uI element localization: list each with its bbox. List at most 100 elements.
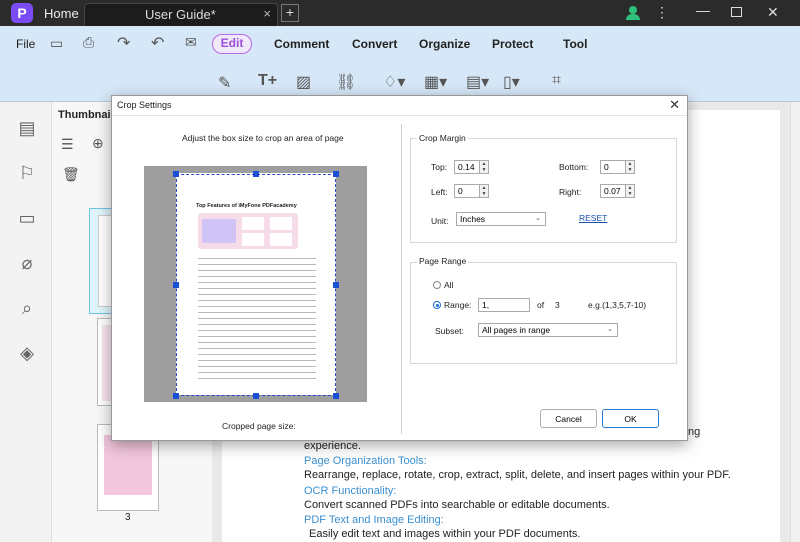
top-margin-input[interactable]: 0.14	[454, 160, 480, 174]
subset-select[interactable]: All pages in range ⌄	[478, 323, 618, 337]
crop-margin-legend: Crop Margin	[417, 133, 468, 143]
pages-icon[interactable]: ▤	[16, 118, 38, 140]
menu-comment[interactable]: Comment	[274, 37, 329, 51]
reset-link[interactable]: RESET	[579, 213, 607, 223]
vertical-scrollbar[interactable]	[790, 102, 800, 542]
document-tab-title: User Guide*	[145, 7, 216, 22]
document-tab[interactable]: User Guide* ×	[84, 3, 278, 26]
bates-number-icon[interactable]: ▯▾	[503, 72, 520, 92]
document-heading[interactable]: Page Organization Tools:	[304, 455, 427, 467]
range-radio[interactable]	[433, 301, 441, 309]
zoom-in-icon[interactable]: ⊕	[92, 135, 104, 152]
comments-icon[interactable]: ▭	[16, 208, 38, 230]
right-label: Right:	[559, 187, 582, 197]
close-window-icon[interactable]: ✕	[767, 4, 779, 21]
add-image-icon[interactable]: ▨	[296, 72, 311, 92]
page-range-group	[410, 262, 677, 364]
bottom-label: Bottom:	[559, 162, 589, 172]
thumbnail-page-number: 3	[125, 512, 131, 523]
left-margin-input[interactable]: 0	[454, 184, 480, 198]
header-footer-icon[interactable]: ▤▾	[466, 72, 489, 92]
document-heading[interactable]: OCR Functionality:	[304, 485, 396, 497]
document-heading[interactable]: PDF Text and Image Editing:	[304, 514, 444, 526]
crop-handle-bottom-right[interactable]	[333, 393, 339, 399]
bottom-margin-spinner[interactable]: ▲ ▼	[625, 160, 635, 174]
crop-instruction: Adjust the box size to crop an area of p…	[182, 133, 344, 143]
right-margin-spinner[interactable]: ▲ ▼	[625, 184, 635, 198]
crop-preview[interactable]: Top Features of iMyFone PDFacademy	[144, 166, 367, 402]
thumbnail-panel-title: Thumbnai	[58, 109, 111, 121]
close-tab-icon[interactable]: ×	[263, 6, 271, 21]
crop-settings-dialog: Crop Settings ✕ Adjust the box size to c…	[111, 95, 688, 441]
subset-select-value: All pages in range	[482, 325, 551, 335]
range-example: e.g.(1,3,5,7-10)	[588, 300, 647, 310]
edit-text-icon[interactable]: ✎	[218, 73, 231, 93]
add-text-icon[interactable]: T+	[258, 72, 277, 90]
menu-tool[interactable]: Tool	[563, 37, 587, 51]
chevron-down-icon: ⌄	[535, 215, 541, 222]
dialog-title-bar: Crop Settings ✕	[112, 96, 687, 116]
subset-label: Subset:	[435, 326, 464, 336]
unit-select[interactable]: Inches ⌄	[456, 212, 546, 226]
link-icon[interactable]: ⛓	[336, 72, 356, 92]
dialog-close-icon[interactable]: ✕	[669, 97, 680, 113]
range-input[interactable]: 1,	[478, 298, 530, 312]
delete-icon[interactable]: 🗑	[62, 166, 80, 183]
cancel-button[interactable]: Cancel	[540, 409, 597, 428]
dialog-title: Crop Settings	[117, 100, 172, 110]
minimize-icon[interactable]: —	[696, 2, 710, 18]
user-icon[interactable]	[626, 6, 640, 20]
range-radio-label: Range:	[444, 300, 472, 310]
left-label: Left:	[431, 187, 448, 197]
crop-box[interactable]	[176, 174, 336, 396]
document-line: Rearrange, replace, rotate, crop, extrac…	[304, 469, 731, 481]
new-tab-button[interactable]: +	[281, 4, 299, 22]
document-line: experience.	[304, 440, 361, 452]
redo-icon[interactable]: ↷	[117, 33, 130, 53]
unit-select-value: Inches	[460, 214, 486, 224]
menu-file[interactable]: File	[16, 37, 35, 51]
document-line: Convert scanned PDFs into searchable or …	[304, 499, 610, 511]
attachment-icon[interactable]: ⌀	[16, 253, 38, 275]
search-icon[interactable]: ⌕	[16, 298, 38, 320]
ok-button[interactable]: OK	[602, 409, 659, 428]
print-icon[interactable]: ⎙	[83, 34, 94, 51]
dialog-divider	[401, 124, 402, 434]
list-view-icon[interactable]: ☰	[61, 136, 74, 153]
background-icon[interactable]: ▦▾	[424, 72, 447, 92]
crop-handle-bottom-middle[interactable]	[253, 393, 259, 399]
crop-icon[interactable]: ⌗	[552, 72, 561, 90]
crop-handle-top-left[interactable]	[173, 171, 179, 177]
left-margin-spinner[interactable]: ▲ ▼	[479, 184, 489, 198]
menu-protect[interactable]: Protect	[492, 37, 533, 51]
mail-icon[interactable]: ✉	[185, 34, 197, 51]
menu-edit[interactable]: Edit	[212, 34, 252, 54]
document-line: Easily edit text and images within your …	[309, 528, 581, 540]
chevron-down-icon: ⌄	[607, 326, 613, 333]
top-margin-spinner[interactable]: ▲ ▼	[479, 160, 489, 174]
crop-handle-top-middle[interactable]	[253, 171, 259, 177]
watermark-icon[interactable]: ♢▾	[383, 72, 405, 92]
save-icon[interactable]: ▭	[50, 35, 63, 52]
menu-convert[interactable]: Convert	[352, 37, 397, 51]
more-options-icon[interactable]: ⋮	[655, 4, 669, 21]
home-tab[interactable]: Home	[44, 6, 79, 21]
crop-handle-middle-right[interactable]	[333, 282, 339, 288]
bottom-margin-input[interactable]: 0	[600, 160, 626, 174]
right-margin-input[interactable]: 0.07	[600, 184, 626, 198]
crop-handle-bottom-left[interactable]	[173, 393, 179, 399]
menu-organize[interactable]: Organize	[419, 37, 470, 51]
unit-label: Unit:	[431, 216, 449, 226]
layers-icon[interactable]: ◈	[16, 343, 38, 365]
document-text-fragment: ng	[688, 426, 701, 438]
bookmark-icon[interactable]: ⚐	[16, 163, 38, 185]
cropped-page-size-label: Cropped page size:	[222, 421, 296, 431]
app-logo-icon[interactable]: P	[11, 3, 33, 23]
crop-handle-middle-left[interactable]	[173, 282, 179, 288]
all-radio[interactable]	[433, 281, 441, 289]
maximize-icon[interactable]	[731, 7, 742, 17]
undo-icon[interactable]: ↶	[151, 33, 164, 53]
crop-handle-top-right[interactable]	[333, 171, 339, 177]
all-radio-label: All	[444, 280, 454, 290]
page-range-legend: Page Range	[417, 256, 469, 266]
